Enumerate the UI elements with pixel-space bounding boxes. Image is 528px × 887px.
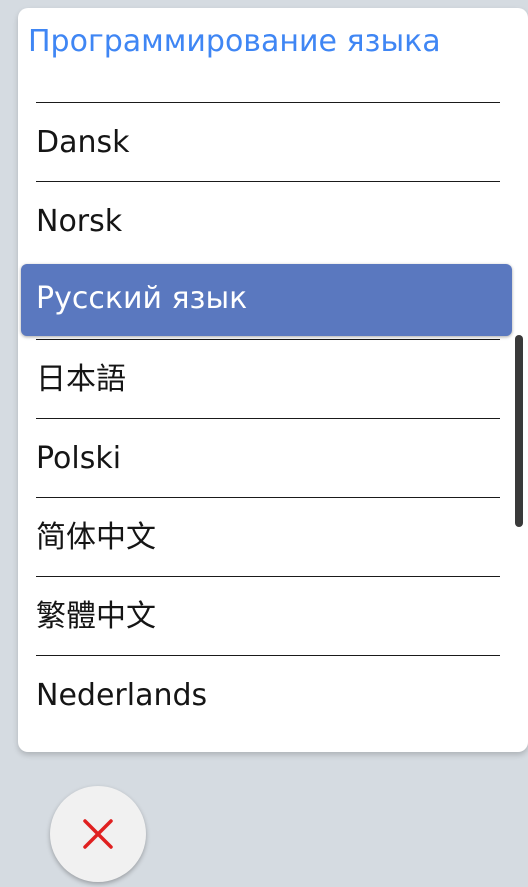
language-item-nederlands[interactable]: Nederlands — [36, 655, 500, 734]
language-item-norsk[interactable]: Norsk — [36, 181, 500, 260]
language-item-traditional-chinese[interactable]: 繁體中文 — [36, 576, 500, 655]
language-item-simplified-chinese[interactable]: 简体中文 — [36, 497, 500, 576]
list-scrollbar[interactable] — [515, 335, 523, 527]
language-item-label: Dansk — [36, 125, 130, 160]
language-item-polski[interactable]: Polski — [36, 418, 500, 497]
dialog-title: Программирование языка — [28, 24, 441, 59]
language-dialog: Программирование языка Dansk Norsk Русск… — [18, 8, 528, 752]
language-item-dansk[interactable]: Dansk — [36, 102, 500, 181]
close-icon — [81, 817, 115, 851]
language-item-japanese[interactable]: 日本語 — [36, 339, 500, 418]
close-button[interactable] — [50, 786, 146, 882]
language-item-label: 繁體中文 — [36, 599, 156, 634]
language-item-label: Norsk — [36, 204, 123, 239]
language-list: Dansk Norsk Русский язык 日本語 Polski 简体中文… — [18, 102, 528, 734]
language-item-label: 简体中文 — [36, 520, 156, 555]
language-item-label: Nederlands — [36, 678, 208, 713]
language-dialog-screen: Программирование языка Dansk Norsk Русск… — [0, 0, 528, 887]
language-item-label: 日本語 — [36, 362, 126, 397]
language-item-russian-selected[interactable]: Русский язык — [21, 264, 512, 336]
language-item-label: Polski — [36, 441, 122, 476]
language-item-label: Русский язык — [36, 281, 248, 316]
